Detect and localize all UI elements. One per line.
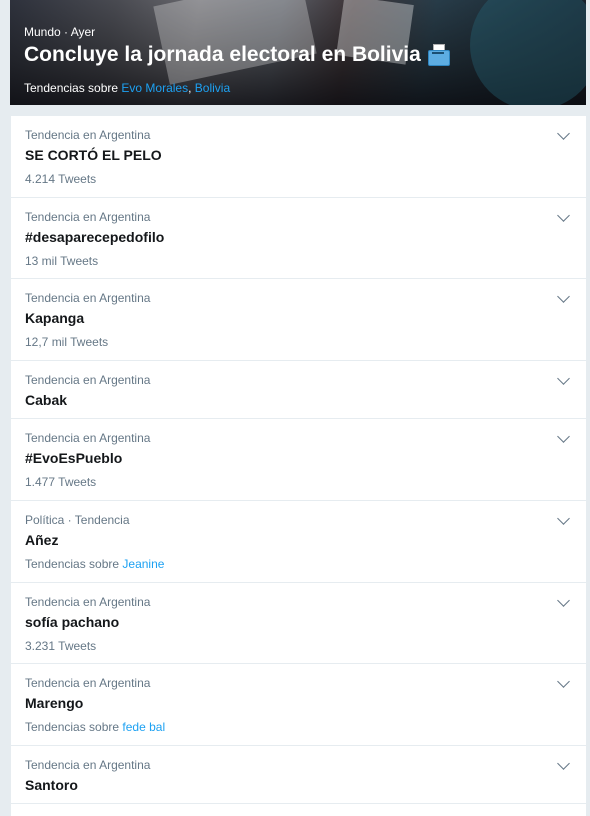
topic-link-evo-morales[interactable]: Evo Morales: [121, 81, 188, 95]
trend-tweet-count: 13 mil Tweets: [25, 254, 99, 268]
trend-item[interactable]: Tendencia en Argentina sofía pachano 3.2…: [11, 583, 586, 664]
hero-image-detail: [470, 0, 586, 105]
trend-name: SE CORTÓ EL PELO: [25, 147, 162, 163]
trend-item[interactable]: Tendencia en Argentina Santoro: [11, 746, 586, 804]
hero-category: Mundo: [24, 25, 61, 39]
trend-name: Santoro: [25, 777, 78, 793]
hero-topics: Tendencias sobre Evo Morales, Bolivia: [24, 81, 230, 95]
trend-item[interactable]: Tendencia en Argentina Marengo Tendencia…: [11, 664, 586, 746]
trend-context: Tendencia en Argentina: [25, 210, 151, 224]
hero-meta-separator: ·: [64, 25, 69, 39]
hero-meta: Mundo · Ayer: [24, 25, 95, 39]
chevron-down-icon[interactable]: [557, 757, 570, 770]
trend-context: Tendencia en Argentina: [25, 595, 151, 609]
trend-name: Kapanga: [25, 310, 85, 326]
trend-item[interactable]: Tendencia en Argentina Cabak: [11, 361, 586, 419]
chevron-down-icon[interactable]: [557, 675, 570, 688]
trends-page: Mundo · Ayer Concluye la jornada elector…: [0, 0, 590, 816]
trend-name: #EvoEsPueblo: [25, 450, 123, 466]
trend-context: Tendencia en Argentina: [25, 676, 151, 690]
trend-related-topics: Tendencias sobre Jeanine: [25, 557, 164, 571]
topic-link-fede-bal[interactable]: fede bal: [122, 720, 165, 734]
topic-link-jeanine[interactable]: Jeanine: [122, 557, 164, 571]
topic-separator: ,: [188, 81, 192, 95]
trend-item[interactable]: Tendencia en Argentina SE CORTÓ EL PELO …: [11, 116, 586, 198]
related-topics-prefix: Tendencias sobre: [25, 720, 120, 734]
trend-related-topics: Tendencias sobre fede bal: [25, 720, 165, 734]
trend-name: Cabak: [25, 392, 68, 408]
chevron-down-icon[interactable]: [557, 594, 570, 607]
hero-time: Ayer: [70, 25, 96, 39]
trend-context: Tendencia en Argentina: [25, 128, 151, 142]
topic-link-bolivia[interactable]: Bolivia: [195, 81, 230, 95]
trends-list: Tendencia en Argentina SE CORTÓ EL PELO …: [10, 116, 587, 816]
hero-title-text: Concluye la jornada electoral en Bolivia: [24, 43, 421, 66]
trend-context: Tendencia en Argentina: [25, 291, 151, 305]
trend-tweet-count: 3.231 Tweets: [25, 639, 97, 653]
hero-topics-prefix: Tendencias sobre: [24, 81, 119, 95]
trend-name: sofía pachano: [25, 614, 120, 630]
chevron-down-icon[interactable]: [557, 372, 570, 385]
chevron-down-icon[interactable]: [557, 512, 570, 525]
trend-item[interactable]: Tendencia en Argentina Kapanga 12,7 mil …: [11, 279, 586, 361]
trend-name: #desaparecepedofilo: [25, 229, 165, 245]
related-topics-prefix: Tendencias sobre: [25, 557, 120, 571]
trend-tweet-count: 1.477 Tweets: [25, 475, 97, 489]
trend-item[interactable]: Tendencia en Argentina #desaparecepedofi…: [11, 198, 586, 279]
trend-item[interactable]: Tendencia en Argentina #EvoEsPueblo 1.47…: [11, 419, 586, 501]
chevron-down-icon[interactable]: [557, 127, 570, 140]
trend-item[interactable]: Política · Tendencia Añez Tendencias sob…: [11, 501, 586, 583]
trend-context: Política · Tendencia: [25, 513, 130, 527]
trend-context: Tendencia en Argentina: [25, 758, 151, 772]
trend-name: Añez: [25, 532, 59, 548]
trend-name: Marengo: [25, 695, 84, 711]
ballot-box-icon: [427, 44, 450, 66]
hero-title[interactable]: Concluye la jornada electoral en Bolivia: [24, 43, 450, 67]
trend-tweet-count: 4.214 Tweets: [25, 172, 97, 186]
chevron-down-icon[interactable]: [557, 209, 570, 222]
news-hero-card[interactable]: Mundo · Ayer Concluye la jornada elector…: [10, 0, 586, 105]
chevron-down-icon[interactable]: [557, 430, 570, 443]
trend-context: Tendencia en Argentina: [25, 373, 151, 387]
trend-tweet-count: 12,7 mil Tweets: [25, 335, 109, 349]
chevron-down-icon[interactable]: [557, 290, 570, 303]
trend-context: Tendencia en Argentina: [25, 431, 151, 445]
